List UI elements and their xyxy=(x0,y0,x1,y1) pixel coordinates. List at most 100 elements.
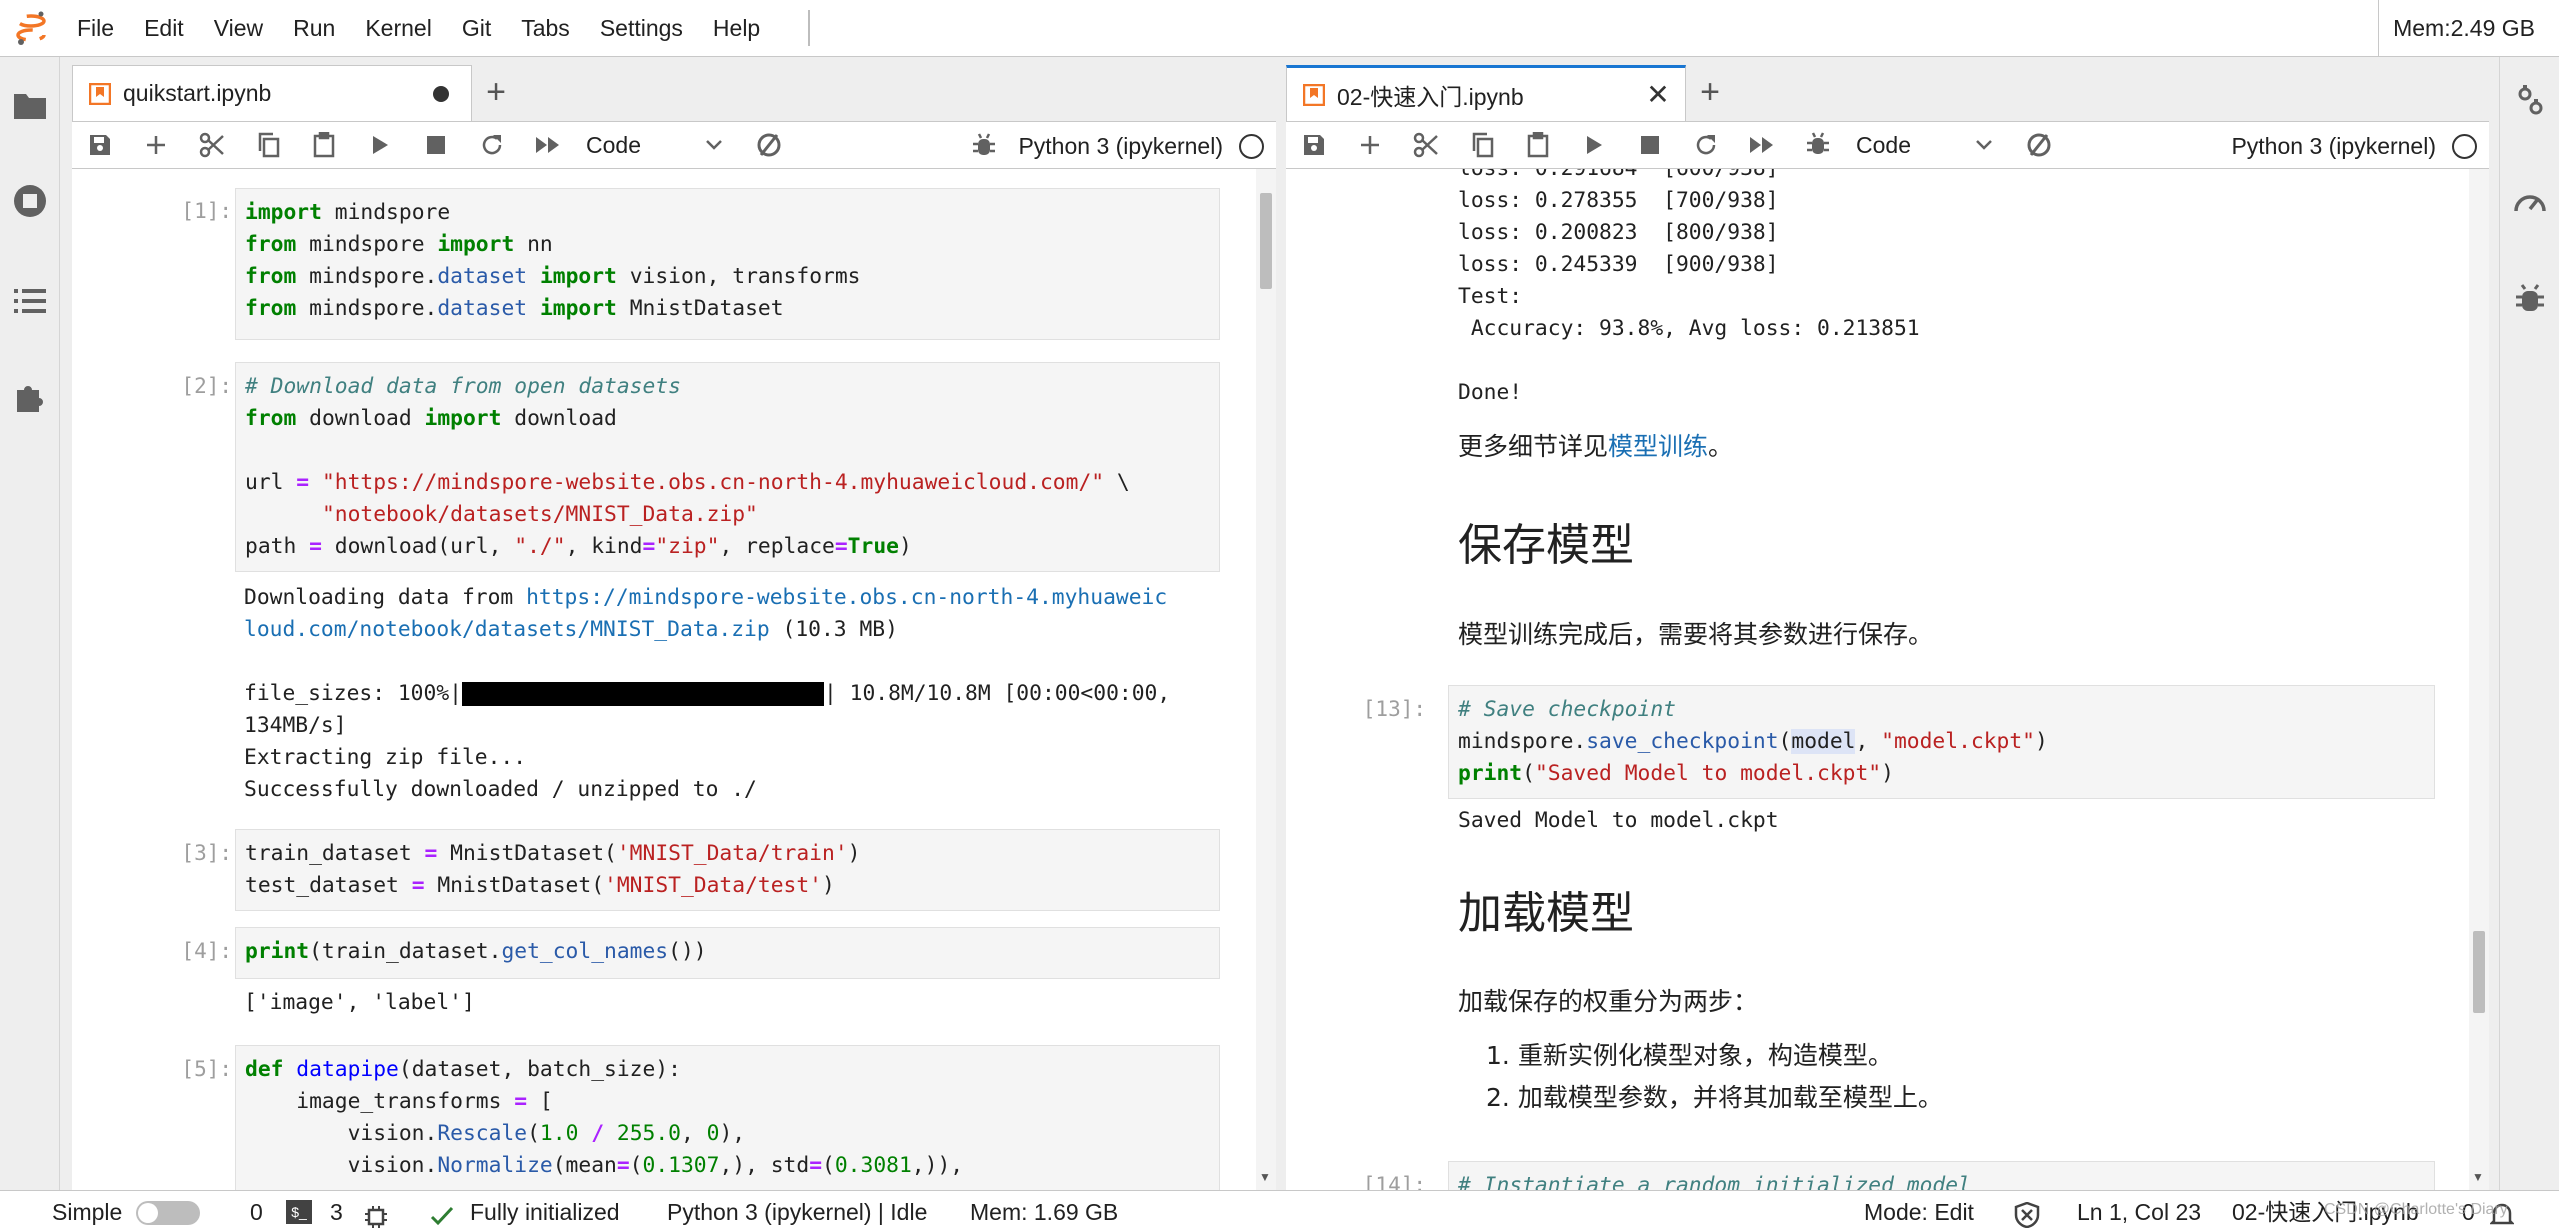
cell-prompt: [1]: xyxy=(181,199,232,223)
scroll-thumb[interactable] xyxy=(2473,931,2485,1013)
copy-icon[interactable] xyxy=(1454,121,1510,169)
debug-bug-icon[interactable] xyxy=(956,122,1012,170)
save-icon[interactable] xyxy=(72,121,128,169)
code-cell-4[interactable]: print(train_dataset.get_col_names()) xyxy=(235,927,1220,979)
cell-prompt: [2]: xyxy=(181,374,232,398)
debugger-gauge-icon[interactable] xyxy=(2510,181,2550,221)
copy-icon[interactable] xyxy=(240,121,296,169)
new-tab-button[interactable]: + xyxy=(474,71,518,115)
status-bar: Simple 0 $_ 3 Fully initialized Python 3… xyxy=(0,1190,2559,1232)
restart-run-all-icon[interactable] xyxy=(520,121,576,169)
notebook-content: loss: 0.291684 [600/938] loss: 0.278355 … xyxy=(1286,169,2489,1190)
extension-check-icon xyxy=(430,1200,456,1226)
ordered-list: 1. 重新实例化模型对象，构造模型。 2. 加载模型参数，并将其加载至模型上。 xyxy=(1486,1035,1943,1119)
notebook-content: [1]: import mindspore from mindspore imp… xyxy=(72,169,1276,1190)
close-tab-icon[interactable]: ✕ xyxy=(1645,81,1671,109)
git-diff-icon[interactable] xyxy=(741,121,797,169)
extensions-icon[interactable] xyxy=(10,377,50,417)
kernel-status[interactable]: Python 3 (ipykernel) | Idle xyxy=(667,1191,927,1232)
code-cell-1[interactable]: import mindspore from mindspore import n… xyxy=(235,188,1220,340)
cut-icon[interactable] xyxy=(184,121,240,169)
restart-icon[interactable] xyxy=(1678,121,1734,169)
menu-view[interactable]: View xyxy=(199,0,278,57)
jupyter-logo-icon[interactable] xyxy=(0,0,62,57)
notebook-toolbar: Code Python 3 (ipykernel) xyxy=(72,121,1276,169)
property-inspector-icon[interactable] xyxy=(2510,81,2550,121)
restart-run-all-icon[interactable] xyxy=(1734,121,1790,169)
trust-shield-icon[interactable] xyxy=(2014,1199,2040,1229)
stop-icon[interactable] xyxy=(1622,121,1678,169)
menu-run[interactable]: Run xyxy=(278,0,350,57)
progress-bar xyxy=(461,682,824,706)
right-sidebar xyxy=(2499,57,2559,1190)
download-link[interactable]: https://mindspore-website.obs.cn-north-4… xyxy=(526,585,1167,610)
menu-kernel[interactable]: Kernel xyxy=(350,0,446,57)
debug-bug-icon[interactable] xyxy=(1790,121,1846,169)
code-cell-14[interactable]: # Instantiate a random initialized model xyxy=(1448,1161,2435,1190)
menu-divider xyxy=(808,10,810,46)
cell-output-4: ['image', 'label'] xyxy=(244,990,475,1015)
download-link-cont[interactable]: loud.com/notebook/datasets/MNIST_Data.zi… xyxy=(244,617,770,642)
menu-file[interactable]: File xyxy=(62,0,129,57)
kernel-name[interactable]: Python 3 (ipykernel) xyxy=(1018,133,1223,160)
code-cell-2[interactable]: # Download data from open datasets from … xyxy=(235,362,1220,572)
tab-quikstart[interactable]: quikstart.ipynb xyxy=(72,65,472,121)
left-scrollbar[interactable]: ▼ xyxy=(1256,169,1276,1190)
model-training-link[interactable]: 模型训练 xyxy=(1608,432,1708,461)
save-icon[interactable] xyxy=(1286,121,1342,169)
new-tab-button[interactable]: + xyxy=(1688,71,1732,115)
terminal-icon[interactable]: $_ xyxy=(286,1200,312,1224)
scroll-thumb[interactable] xyxy=(1260,193,1272,289)
menu-edit[interactable]: Edit xyxy=(129,0,199,57)
cut-icon[interactable] xyxy=(1398,121,1454,169)
running-sessions-icon[interactable] xyxy=(10,181,50,221)
folder-icon[interactable] xyxy=(10,85,50,125)
debugger-bug-icon[interactable] xyxy=(2510,279,2550,319)
cell-type-select[interactable]: Code xyxy=(1846,121,2001,169)
kernel-status-icon xyxy=(2452,133,2477,159)
heading-load-model: 加载模型 xyxy=(1458,888,1634,939)
cell-prompt: [3]: xyxy=(181,841,232,865)
tab-quickstart-cn[interactable]: 02-快速入门.ipynb ✕ xyxy=(1286,65,1686,121)
code-cell-5[interactable]: def datapipe(dataset, batch_size): image… xyxy=(235,1045,1220,1190)
table-of-contents-icon[interactable] xyxy=(10,281,50,321)
git-diff-icon[interactable] xyxy=(2011,121,2067,169)
menu-git[interactable]: Git xyxy=(447,0,506,57)
cell-type-select[interactable]: Code xyxy=(576,121,731,169)
unsaved-dot-icon[interactable] xyxy=(433,86,449,102)
left-notebook-panel: quikstart.ipynb + Code Python 3 (ipykern… xyxy=(72,57,1276,1190)
right-scrollbar[interactable]: ▼ xyxy=(2469,169,2489,1190)
stop-icon[interactable] xyxy=(408,121,464,169)
add-cell-icon[interactable] xyxy=(1342,121,1398,169)
lsp-status[interactable]: Fully initialized xyxy=(470,1191,620,1232)
chevron-down-icon xyxy=(1976,140,1992,150)
kernel-status-icon xyxy=(1239,133,1264,159)
paste-icon[interactable] xyxy=(1510,121,1566,169)
add-cell-icon[interactable] xyxy=(128,121,184,169)
list-item: 2. 加载模型参数，并将其加载至模型上。 xyxy=(1486,1083,1943,1112)
code-cell-3[interactable]: train_dataset = MnistDataset('MNIST_Data… xyxy=(235,829,1220,911)
code-cell-13[interactable]: # Save checkpoint mindspore.save_checkpo… xyxy=(1448,685,2435,799)
watermark: CSDN @Charlotte's Diary xyxy=(2324,1201,2508,1218)
menu-help[interactable]: Help xyxy=(698,0,775,57)
cell-prompt: [13]: xyxy=(1362,697,1426,721)
kernel-name[interactable]: Python 3 (ipykernel) xyxy=(2231,133,2436,160)
cell-prompt: [4]: xyxy=(181,939,232,963)
notebook-toolbar: Code Python 3 (ipykernel) xyxy=(1286,121,2489,169)
kernel-chip-icon[interactable] xyxy=(364,1200,388,1228)
menu-settings[interactable]: Settings xyxy=(585,0,698,57)
tab-label: 02-快速入门.ipynb xyxy=(1337,83,1524,110)
tab-label: quikstart.ipynb xyxy=(123,80,272,106)
notebook-mode: Mode: Edit xyxy=(1864,1199,1974,1225)
simple-mode-label: Simple xyxy=(52,1199,123,1225)
cursor-position[interactable]: Ln 1, Col 23 xyxy=(2077,1191,2201,1232)
paste-icon[interactable] xyxy=(296,121,352,169)
markdown-paragraph: 模型训练完成后，需要将其参数进行保存。 xyxy=(1458,620,1934,649)
cell-prompt: [5]: xyxy=(181,1057,232,1081)
run-icon[interactable] xyxy=(1566,121,1622,169)
notebook-icon xyxy=(1303,83,1325,106)
simple-mode-toggle[interactable] xyxy=(136,1201,200,1225)
restart-icon[interactable] xyxy=(464,121,520,169)
run-icon[interactable] xyxy=(352,121,408,169)
menu-tabs[interactable]: Tabs xyxy=(506,0,585,57)
